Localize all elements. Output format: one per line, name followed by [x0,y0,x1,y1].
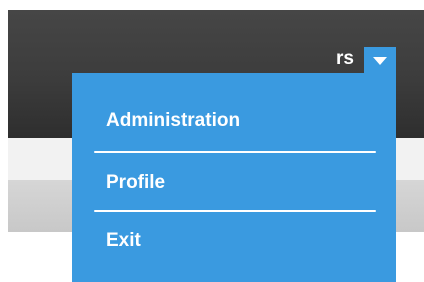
menu-item-exit[interactable]: Exit [106,227,141,255]
menu-item-administration[interactable]: Administration [106,107,240,135]
user-dropdown-menu: Administration Profile Exit [72,73,396,282]
user-menu-toggle-button[interactable] [364,47,396,73]
menu-divider [94,151,376,153]
menu-item-profile[interactable]: Profile [106,169,165,197]
username-label[interactable]: rs [336,48,354,70]
menu-divider [94,210,376,212]
caret-down-icon [373,57,387,65]
